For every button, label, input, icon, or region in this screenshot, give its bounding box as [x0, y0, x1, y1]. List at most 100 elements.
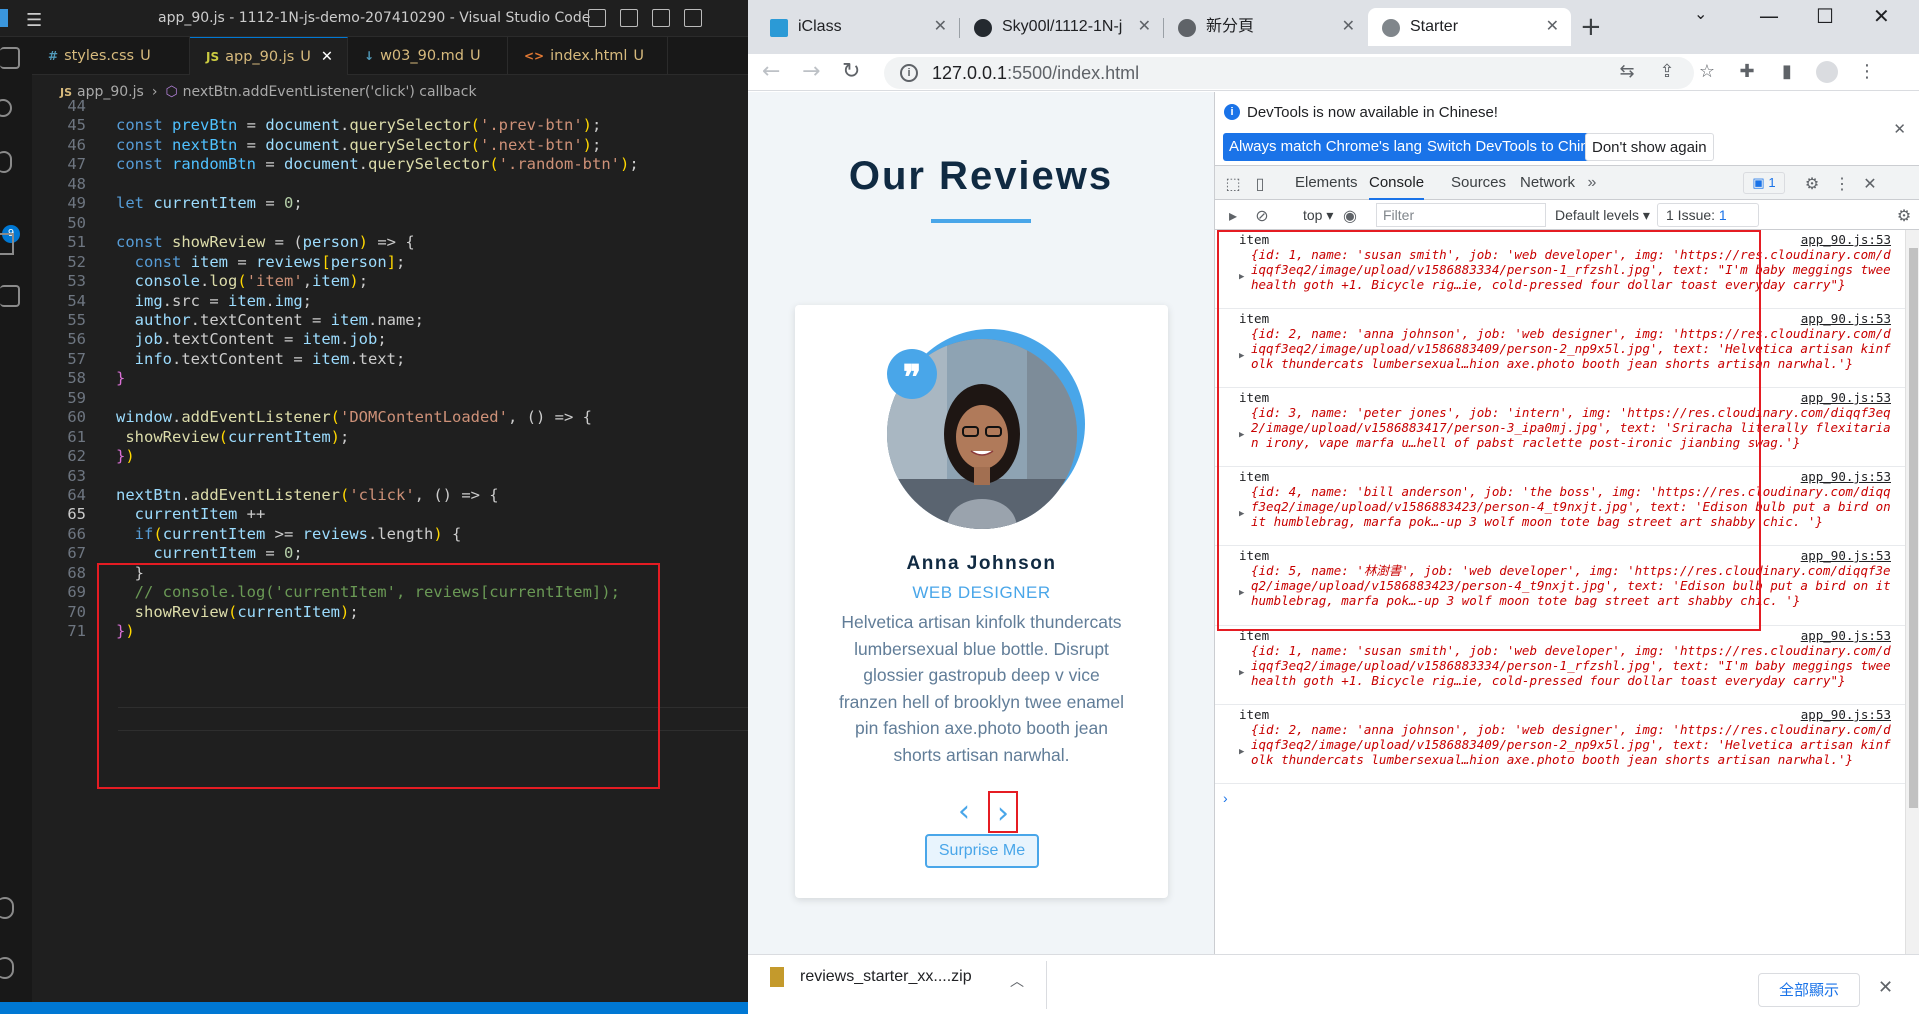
- log-source-link[interactable]: app_90.js:53: [1801, 707, 1891, 723]
- console-toolbar: ▸ ⊘ top ▾ ◉ Filter Default levels ▾ 1 Is…: [1215, 200, 1919, 230]
- settings-gear-icon[interactable]: ⚙: [1803, 174, 1821, 193]
- live-expression-eye-icon[interactable]: ◉: [1341, 206, 1359, 225]
- close-devtools-icon[interactable]: ✕: [1861, 174, 1879, 193]
- clear-console-icon[interactable]: ⊘: [1253, 206, 1271, 225]
- browser-tab-starter[interactable]: Starter ✕: [1368, 8, 1571, 46]
- tab-status: U: [633, 48, 645, 64]
- next-button[interactable]: ›: [988, 791, 1018, 833]
- close-icon[interactable]: ✕: [321, 49, 333, 65]
- new-tab-plus-icon[interactable]: +: [1580, 12, 1602, 42]
- minimize-icon[interactable]: —: [1759, 4, 1779, 28]
- forward-arrow-icon[interactable]: →: [802, 59, 820, 84]
- prev-button[interactable]: ‹: [950, 795, 978, 829]
- translate-icon[interactable]: ⇆: [1616, 61, 1638, 83]
- chevron-up-icon[interactable]: ︿: [1010, 971, 1024, 991]
- sidebar-toggle-icon[interactable]: ▸: [1224, 206, 1242, 225]
- more-tabs-chevron-icon[interactable]: »: [1583, 174, 1601, 192]
- browser-tab-new-tab[interactable]: 新分頁 ✕: [1164, 8, 1367, 46]
- maximize-icon[interactable]: ☐: [1816, 4, 1834, 28]
- close-icon[interactable]: ✕: [1893, 120, 1906, 138]
- issue-count-button[interactable]: 1 Issue: 1: [1657, 203, 1759, 227]
- device-toolbar-icon[interactable]: ▯: [1251, 174, 1269, 193]
- extensions-puzzle-icon[interactable]: ✚: [1736, 61, 1758, 83]
- console-filter-input[interactable]: Filter: [1376, 203, 1546, 227]
- issues-badge[interactable]: ▣ 1: [1743, 172, 1785, 194]
- console-prompt[interactable]: ›: [1223, 790, 1228, 806]
- log-label: item: [1239, 707, 1270, 722]
- css-file-icon: #: [48, 49, 59, 63]
- log-object-preview: {id: 2, name: 'anna johnson', job: 'web …: [1251, 722, 1891, 767]
- tab-elements[interactable]: Elements: [1295, 166, 1358, 200]
- tab-search-chevron-icon[interactable]: ⌄: [1694, 4, 1707, 23]
- close-icon[interactable]: ✕: [1138, 8, 1151, 46]
- download-item[interactable]: reviews_starter_xx....zip: [770, 967, 972, 987]
- tab-console[interactable]: Console: [1369, 166, 1425, 200]
- devtools-menu-icon[interactable]: ⋮: [1833, 174, 1851, 193]
- inspect-element-icon[interactable]: ⬚: [1224, 174, 1242, 193]
- log-source-link[interactable]: app_90.js:53: [1801, 628, 1891, 644]
- browser-tab-iclass[interactable]: iClass ✕: [756, 8, 959, 46]
- expand-triangle-icon[interactable]: ▶: [1239, 666, 1244, 681]
- address-bar[interactable]: i 127.0.0.1:5500/index.html: [884, 57, 1694, 89]
- close-icon[interactable]: ✕: [934, 8, 947, 46]
- customize-layout-icon[interactable]: [684, 9, 702, 27]
- img-container: ❞: [887, 329, 1087, 529]
- log-levels-dropdown[interactable]: Default levels ▾: [1555, 203, 1650, 227]
- console-settings-gear-icon[interactable]: ⚙: [1895, 206, 1913, 225]
- close-icon[interactable]: ✕: [1878, 977, 1893, 998]
- url-host: 127.0.0.1: [932, 63, 1008, 83]
- code-editor[interactable]: 44 45 const prevBtn = document.querySelect…: [32, 97, 748, 1002]
- profile-avatar-icon[interactable]: [1816, 61, 1838, 83]
- log-source-link[interactable]: app_90.js:53: [1801, 548, 1891, 564]
- tab-index-html[interactable]: <> index.html U: [508, 37, 668, 75]
- log-source-link[interactable]: app_90.js:53: [1801, 311, 1891, 327]
- show-all-button[interactable]: 全部顯示: [1758, 973, 1860, 1007]
- toggle-panel-icon[interactable]: [620, 9, 638, 27]
- expand-triangle-icon[interactable]: ▶: [1239, 745, 1244, 760]
- tab-w03-90-md[interactable]: ↓ w03_90.md U: [348, 37, 508, 75]
- toggle-secondary-sidebar-icon[interactable]: [652, 9, 670, 27]
- dont-show-again-button[interactable]: Don't show again: [1585, 133, 1714, 161]
- author-job: WEB DESIGNER: [912, 583, 1051, 602]
- chrome-menu-icon[interactable]: ⋮: [1856, 61, 1878, 83]
- console-log-entry[interactable]: item app_90.js:53 ▶ {id: 2, name: 'anna joh…: [1215, 705, 1905, 784]
- tab-sources[interactable]: Sources: [1451, 166, 1506, 200]
- log-source-link[interactable]: app_90.js:53: [1801, 390, 1891, 406]
- reload-icon[interactable]: ↻: [842, 59, 860, 84]
- toggle-sidebar-icon[interactable]: [588, 9, 606, 27]
- site-info-icon[interactable]: i: [900, 64, 918, 82]
- scrollbar-thumb[interactable]: [1909, 248, 1918, 808]
- browser-toolbar: ← → ↻ i 127.0.0.1:5500/index.html ⇆ ⇪ ☆ ✚…: [748, 54, 1919, 91]
- window-close-icon[interactable]: ✕: [1873, 4, 1890, 28]
- settings-gear-icon[interactable]: [0, 957, 14, 979]
- tab-title: Sky00l/1112-1N-j: [1002, 18, 1123, 35]
- close-icon[interactable]: ✕: [1546, 8, 1559, 46]
- explorer-icon[interactable]: [0, 47, 20, 69]
- side-panel-icon[interactable]: ▮: [1776, 61, 1798, 83]
- search-icon[interactable]: [0, 99, 12, 117]
- extensions-icon[interactable]: [0, 285, 20, 307]
- bookmark-star-icon[interactable]: ☆: [1696, 61, 1718, 83]
- tab-styles-css[interactable]: # styles.css U: [32, 37, 190, 75]
- surprise-me-button[interactable]: Surprise Me: [925, 834, 1039, 868]
- html-file-icon: <>: [524, 49, 545, 63]
- accounts-icon[interactable]: [0, 897, 14, 919]
- tab-title: iClass: [798, 18, 842, 35]
- context-selector[interactable]: top ▾: [1297, 203, 1339, 227]
- tab-status: U: [300, 49, 311, 65]
- source-control-icon[interactable]: [0, 151, 12, 173]
- js-file-icon: JS: [206, 50, 220, 64]
- browser-tab-github[interactable]: Sky00l/1112-1N-j ✕: [960, 8, 1163, 46]
- console-log-entry[interactable]: item app_90.js:53 ▶ {id: 1, name: 'susan sm…: [1215, 626, 1905, 705]
- issue-count-label: 1 Issue:: [1666, 207, 1716, 223]
- log-source-link[interactable]: app_90.js:53: [1801, 232, 1891, 248]
- share-icon[interactable]: ⇪: [1656, 61, 1678, 83]
- close-icon[interactable]: ✕: [1342, 8, 1355, 46]
- console-scrollbar[interactable]: [1905, 230, 1919, 954]
- tab-network[interactable]: Network: [1520, 166, 1575, 200]
- back-arrow-icon[interactable]: ←: [762, 59, 780, 84]
- log-source-link[interactable]: app_90.js:53: [1801, 469, 1891, 485]
- tab-app-90-js[interactable]: JS app_90.js U ✕: [190, 37, 348, 75]
- menu-icon[interactable]: ☰: [26, 10, 42, 31]
- run-debug-icon[interactable]: [0, 233, 14, 255]
